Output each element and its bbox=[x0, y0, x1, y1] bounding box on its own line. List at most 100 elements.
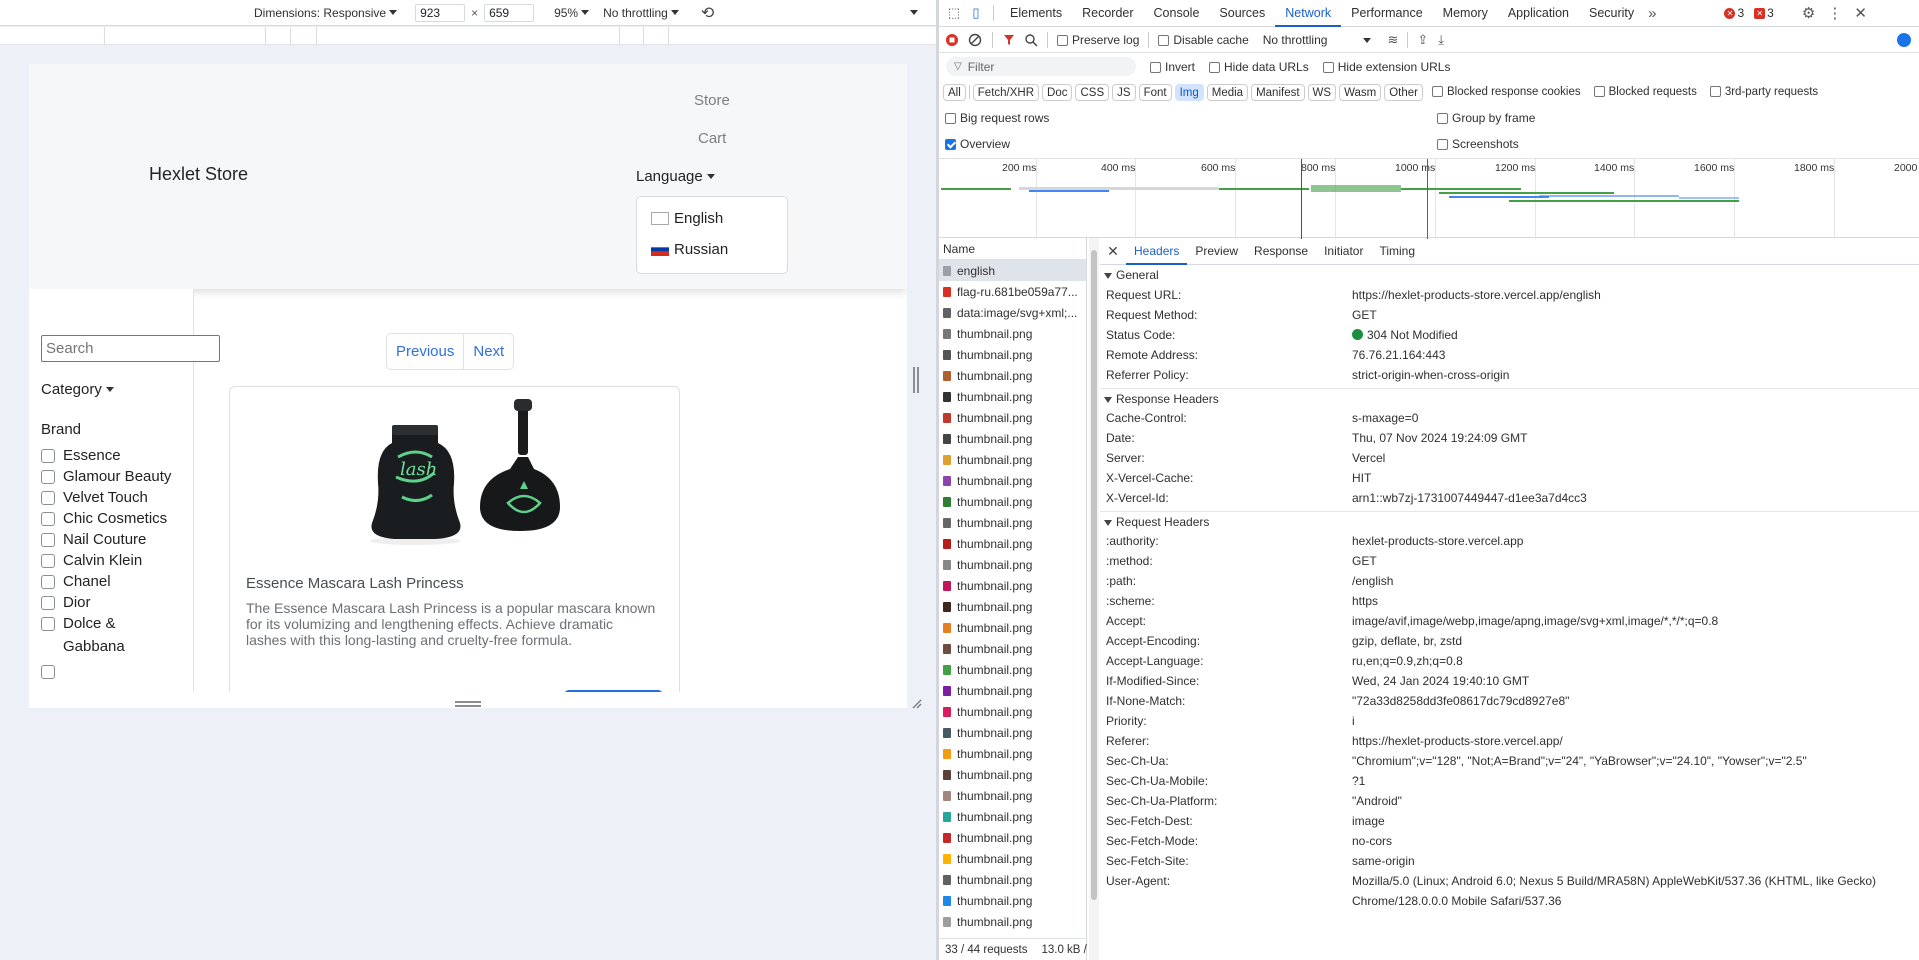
checkbox[interactable] bbox=[1709, 86, 1721, 98]
width-input[interactable] bbox=[415, 3, 466, 22]
record-stop-icon[interactable] bbox=[945, 33, 959, 47]
checkbox[interactable] bbox=[41, 665, 55, 679]
type-filter-all[interactable]: All bbox=[943, 83, 966, 101]
big-request-rows-toggle[interactable]: Big request rows bbox=[945, 111, 1049, 125]
checkbox[interactable] bbox=[1322, 61, 1334, 73]
inspect-element-icon[interactable]: ⬚ bbox=[943, 5, 965, 21]
request-row[interactable]: thumbnail.png bbox=[939, 659, 1086, 680]
header-value[interactable]: arn1::wb7zj-1731007449447-d1ee3a7d4cc3 bbox=[1352, 488, 1587, 508]
third-party-toggle[interactable]: 3rd-party requests bbox=[1709, 86, 1818, 98]
type-filter-img[interactable]: Img bbox=[1174, 83, 1204, 101]
request-row[interactable]: thumbnail.png bbox=[939, 701, 1086, 722]
header-value[interactable]: https://hexlet-products-store.vercel.app… bbox=[1352, 731, 1563, 751]
checkbox[interactable] bbox=[41, 596, 55, 610]
header-value[interactable]: 76.76.21.164:443 bbox=[1352, 345, 1445, 365]
type-filter-css[interactable]: CSS bbox=[1075, 83, 1110, 101]
header-value[interactable]: "Chromium";v="128", "Not;A=Brand";v="24"… bbox=[1352, 751, 1807, 771]
tab-preview[interactable]: Preview bbox=[1187, 238, 1246, 265]
header-value[interactable]: i bbox=[1352, 711, 1355, 731]
scrollbar-thumb[interactable] bbox=[1091, 250, 1097, 900]
request-row[interactable]: thumbnail.png bbox=[939, 323, 1086, 344]
request-row[interactable]: thumbnail.png bbox=[939, 365, 1086, 386]
brand-checkbox[interactable]: Velvet Touch bbox=[41, 486, 181, 509]
request-row[interactable]: thumbnail.png bbox=[939, 407, 1086, 428]
request-row[interactable]: thumbnail.png bbox=[939, 638, 1086, 659]
checkbox[interactable] bbox=[945, 113, 956, 125]
brand-checkbox[interactable]: Calvin Klein bbox=[41, 549, 181, 572]
checkbox[interactable] bbox=[41, 491, 55, 505]
checkbox[interactable] bbox=[41, 512, 55, 526]
tab-application[interactable]: Application bbox=[1498, 0, 1579, 27]
brand-checkbox[interactable]: Dior bbox=[41, 591, 181, 614]
preserve-log-toggle[interactable]: Preserve log bbox=[1057, 33, 1139, 47]
tab-memory[interactable]: Memory bbox=[1433, 0, 1498, 27]
previous-button[interactable]: Previous bbox=[387, 343, 463, 360]
checkbox[interactable] bbox=[41, 554, 55, 568]
checkbox[interactable] bbox=[1437, 113, 1448, 125]
request-row[interactable]: thumbnail.png bbox=[939, 491, 1086, 512]
request-row[interactable]: english bbox=[939, 260, 1086, 281]
type-filter-other[interactable]: Other bbox=[1384, 83, 1423, 101]
language-option-russian[interactable]: Russian bbox=[651, 241, 728, 258]
header-value[interactable]: https://hexlet-products-store.vercel.app… bbox=[1352, 285, 1601, 305]
dimensions-dropdown[interactable]: Dimensions: Responsive bbox=[254, 6, 398, 20]
tab-security[interactable]: Security bbox=[1579, 0, 1644, 27]
header-value[interactable]: GET bbox=[1352, 305, 1377, 325]
warning-count-badge[interactable]: ✕ 3 bbox=[1754, 6, 1774, 20]
more-vertical-icon[interactable]: ⋮ bbox=[1827, 4, 1842, 22]
product-title[interactable]: Essence Mascara Lash Princess bbox=[246, 575, 464, 592]
hide-data-urls-toggle[interactable]: Hide data URLs bbox=[1209, 60, 1309, 74]
header-value[interactable]: /english bbox=[1352, 571, 1393, 591]
language-option-english[interactable]: English bbox=[651, 210, 723, 227]
search-input[interactable] bbox=[41, 335, 220, 362]
group-by-frame-toggle[interactable]: Group by frame bbox=[1437, 111, 1535, 125]
header-value[interactable]: "Android" bbox=[1352, 791, 1402, 811]
clear-icon[interactable] bbox=[968, 33, 982, 47]
checkbox[interactable] bbox=[41, 575, 55, 589]
request-row[interactable]: thumbnail.png bbox=[939, 428, 1086, 449]
network-throttling-dropdown[interactable]: No throttling bbox=[1263, 33, 1372, 47]
header-value[interactable]: Wed, 24 Jan 2024 19:40:10 GMT bbox=[1352, 671, 1529, 691]
network-settings-gear-icon[interactable] bbox=[1897, 33, 1911, 47]
request-row[interactable]: thumbnail.png bbox=[939, 890, 1086, 911]
type-filter-manifest[interactable]: Manifest bbox=[1251, 83, 1305, 101]
header-value[interactable]: https bbox=[1352, 591, 1378, 611]
checkbox[interactable] bbox=[41, 617, 55, 631]
type-filter-media[interactable]: Media bbox=[1206, 83, 1249, 101]
header-value[interactable]: strict-origin-when-cross-origin bbox=[1352, 365, 1509, 385]
checkbox[interactable] bbox=[1209, 61, 1221, 73]
type-filter-js[interactable]: JS bbox=[1112, 83, 1136, 101]
network-conditions-icon[interactable]: ≋ bbox=[1387, 32, 1398, 48]
request-row[interactable]: thumbnail.png bbox=[939, 512, 1086, 533]
brand-checkbox[interactable]: Dolce & Gabbana bbox=[41, 612, 181, 658]
brand-checkbox[interactable]: Chic Cosmetics bbox=[41, 507, 181, 530]
screenshots-toggle[interactable]: Screenshots bbox=[1437, 137, 1519, 151]
request-row[interactable]: thumbnail.png bbox=[939, 533, 1086, 554]
category-dropdown[interactable]: Category bbox=[41, 381, 114, 398]
name-column-header[interactable]: Name bbox=[939, 238, 1086, 260]
request-row[interactable]: thumbnail.png bbox=[939, 617, 1086, 638]
header-value[interactable]: Thu, 07 Nov 2024 19:24:09 GMT bbox=[1352, 428, 1527, 448]
close-icon[interactable]: ✕ bbox=[1100, 243, 1126, 260]
settings-gear-icon[interactable]: ⚙ bbox=[1802, 4, 1815, 22]
rotate-icon[interactable]: ⟲ bbox=[701, 3, 714, 23]
nav-link-store[interactable]: Store bbox=[694, 92, 730, 109]
brand-checkbox[interactable]: Chanel bbox=[41, 570, 181, 593]
checkbox[interactable] bbox=[1057, 35, 1068, 47]
request-row[interactable]: thumbnail.png bbox=[939, 785, 1086, 806]
checkbox[interactable] bbox=[41, 449, 55, 463]
tab-timing[interactable]: Timing bbox=[1371, 238, 1423, 265]
header-value[interactable]: gzip, deflate, br, zstd bbox=[1352, 631, 1462, 651]
request-row[interactable]: thumbnail.png bbox=[939, 449, 1086, 470]
hide-extension-urls-toggle[interactable]: Hide extension URLs bbox=[1322, 60, 1450, 74]
filter-input[interactable]: ▽ Filter bbox=[946, 57, 1136, 76]
tab-recorder[interactable]: Recorder bbox=[1072, 0, 1143, 27]
blocked-requests-toggle[interactable]: Blocked requests bbox=[1593, 86, 1697, 98]
checkbox[interactable] bbox=[1150, 61, 1161, 73]
request-row[interactable]: thumbnail.png bbox=[939, 722, 1086, 743]
import-har-icon[interactable]: ⇪ bbox=[1417, 32, 1428, 48]
brand-checkbox[interactable]: Glamour Beauty bbox=[41, 465, 181, 488]
product-card[interactable]: lash Essence Mascara Lash Princess The E… bbox=[229, 386, 680, 692]
request-row[interactable]: thumbnail.png bbox=[939, 680, 1086, 701]
request-row[interactable]: thumbnail.png bbox=[939, 470, 1086, 491]
